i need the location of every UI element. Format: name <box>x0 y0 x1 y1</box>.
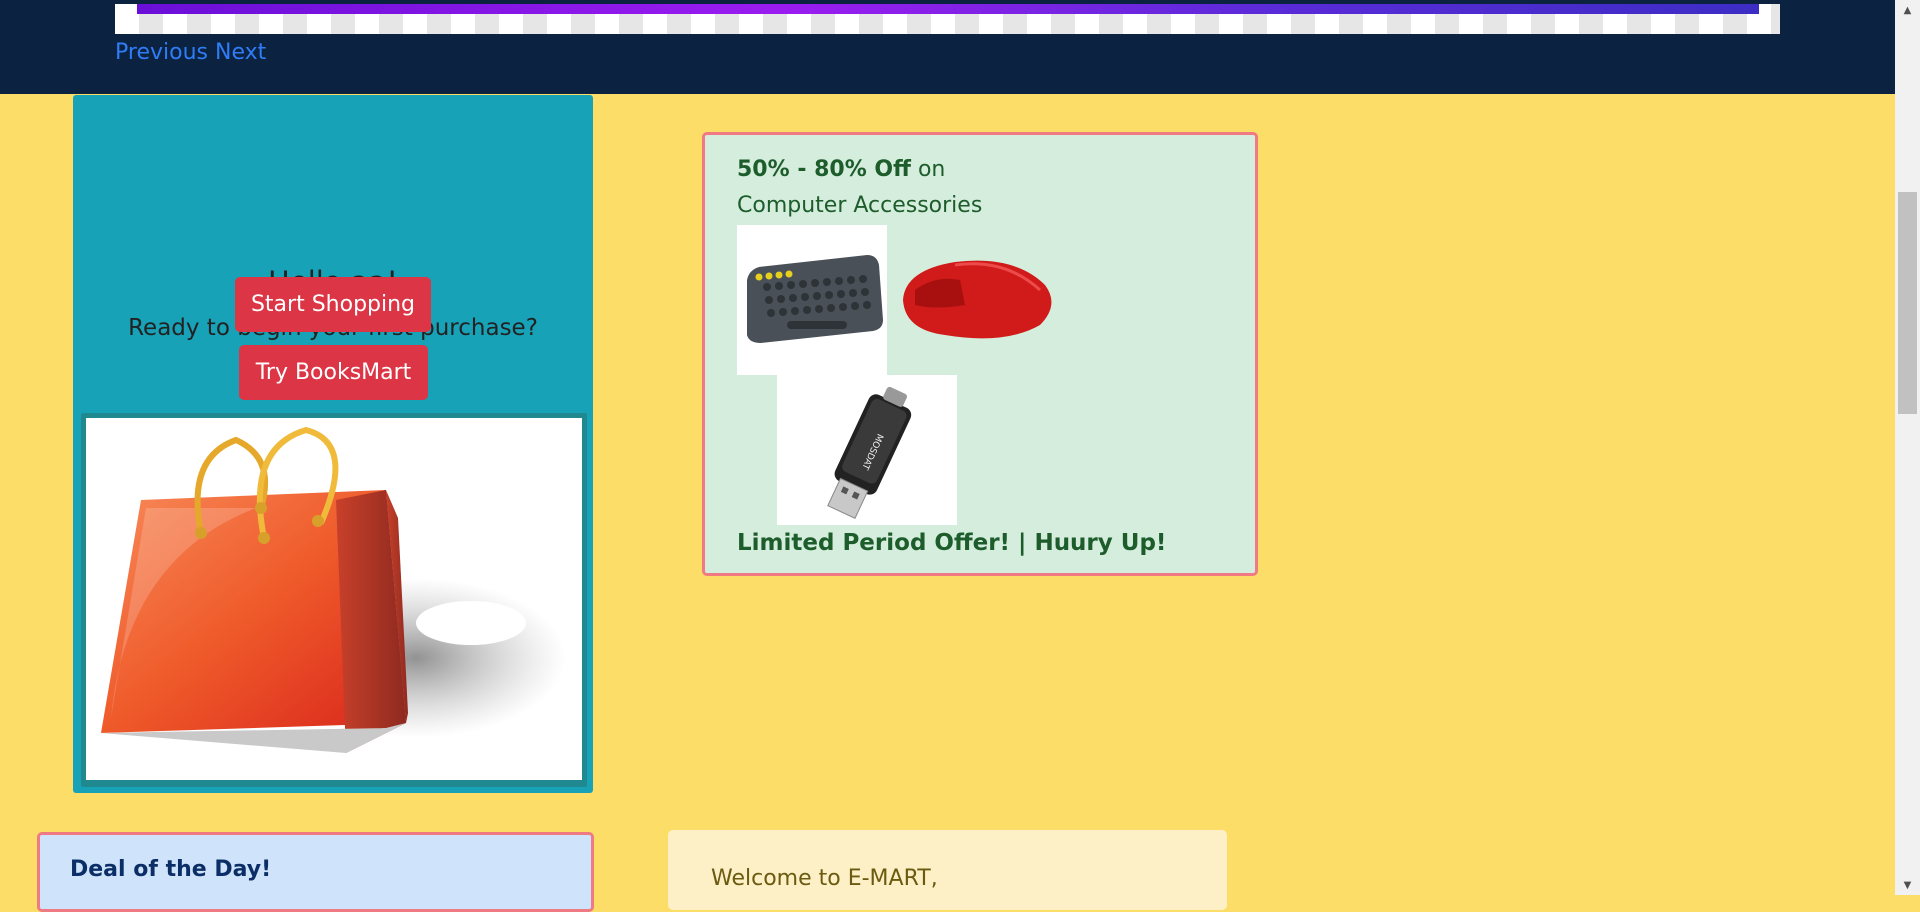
carousel-next-link[interactable]: Next <box>215 40 266 65</box>
try-booksmart-button[interactable]: Try BooksMart <box>239 345 428 400</box>
welcome-message-box: Welcome to E-MART, <box>668 830 1227 910</box>
usb-drive-image: MOSDAT <box>777 375 957 525</box>
carousel-image <box>115 4 1780 34</box>
deal-of-the-day-card: Deal of the Day! <box>37 832 594 912</box>
offer-discount: 50% - 80% Off <box>737 157 911 182</box>
start-shopping-button[interactable]: Start Shopping <box>235 277 431 332</box>
offer-category: Computer Accessories <box>737 193 983 218</box>
deal-title: Deal of the Day! <box>70 857 272 882</box>
triangle-down-icon[interactable]: ▼ <box>1895 875 1920 895</box>
shopping-bag-image <box>86 418 582 780</box>
scrollbar-thumb[interactable] <box>1898 192 1917 414</box>
usb-drive-icon: MOSDAT <box>827 386 912 519</box>
keyboard-image <box>737 225 887 375</box>
keyboard-icon <box>747 255 883 343</box>
carousel-banner-bar <box>137 4 1759 14</box>
carousel-section: Previous Next <box>0 0 1895 94</box>
triangle-up-icon[interactable]: ▲ <box>1895 0 1920 20</box>
offer-footer: Limited Period Offer! | Huury Up! <box>737 530 1167 556</box>
shopping-bag-icon <box>101 426 566 753</box>
carousel-previous-link[interactable]: Previous <box>115 40 208 65</box>
offer-headline: 50% - 80% Off on <box>737 157 945 182</box>
page-scrollbar[interactable]: ▲ ▼ <box>1895 0 1920 895</box>
mouse-icon <box>903 260 1052 339</box>
offer-on-text: on <box>910 157 946 182</box>
shopping-bag-image-frame <box>81 413 587 787</box>
welcome-message: Welcome to E-MART, <box>711 866 938 891</box>
carousel-nav: Previous Next <box>115 40 266 65</box>
mouse-image <box>895 250 1060 350</box>
offer-card: 50% - 80% Off on Computer Accessories MO… <box>702 132 1258 576</box>
